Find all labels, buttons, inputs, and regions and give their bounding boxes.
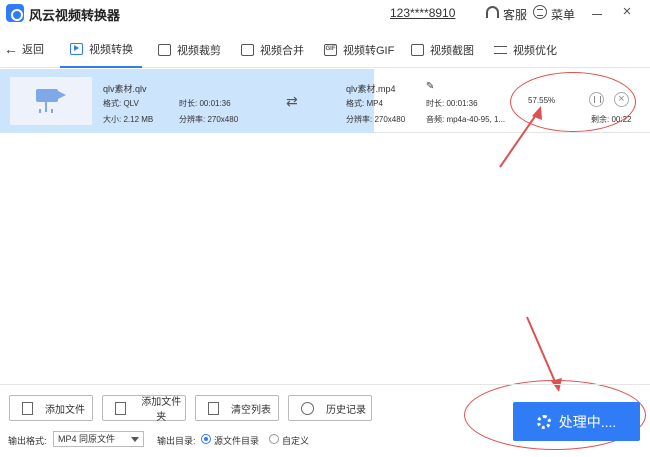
tab-label: 视频转换 bbox=[89, 44, 133, 56]
close-window-button[interactable]: × bbox=[620, 4, 634, 19]
add-file-icon bbox=[22, 401, 33, 415]
source-duration: 时长: 00:01:36 bbox=[179, 99, 231, 108]
edit-name-icon[interactable]: ✎ bbox=[426, 82, 435, 92]
menu-icon[interactable] bbox=[533, 5, 547, 19]
tab-label: 视频转GIF bbox=[343, 45, 395, 57]
back-label: 返回 bbox=[22, 44, 44, 56]
output-duration: 时长: 00:01:36 bbox=[426, 99, 478, 108]
output-format-select[interactable]: MP4 同原文件 bbox=[53, 431, 144, 447]
video-merge-icon bbox=[241, 44, 254, 56]
video-crop-icon bbox=[158, 44, 171, 56]
convert-arrow-icon: ⇄ bbox=[286, 93, 298, 109]
app-logo-icon bbox=[6, 4, 24, 22]
source-format: 格式: QLV bbox=[103, 99, 139, 108]
output-format-value: MP4 同原文件 bbox=[58, 434, 116, 444]
source-size: 大小: 2.12 MB bbox=[103, 115, 154, 124]
process-label: 处理中.... bbox=[558, 413, 617, 430]
process-button[interactable]: 处理中.... bbox=[513, 402, 640, 441]
tab-bar: ← 返回 视频转换 视频裁剪 视频合并 GIF 视频转GIF 视频截图 视频优化 bbox=[0, 32, 650, 68]
output-format: 格式: MP4 bbox=[346, 99, 383, 108]
title-bar: 风云视频转换器 123****8910 客服 菜单 × bbox=[0, 0, 650, 28]
video-convert-icon bbox=[70, 43, 83, 55]
custom-dir-label[interactable]: 自定义 bbox=[282, 434, 309, 447]
clear-list-button[interactable]: 清空列表 bbox=[195, 395, 279, 421]
radio-source-dir[interactable] bbox=[201, 434, 211, 444]
tab-label: 视频裁剪 bbox=[177, 45, 221, 57]
minimize-button[interactable] bbox=[590, 7, 604, 21]
menu-label[interactable]: 菜单 bbox=[551, 6, 575, 23]
chevron-down-icon bbox=[131, 437, 139, 442]
screenshot-icon bbox=[411, 44, 424, 56]
add-file-label: 添加文件 bbox=[45, 404, 85, 416]
output-audio: 音频: mp4a-40-95, 1... bbox=[426, 115, 506, 124]
add-folder-icon bbox=[115, 401, 126, 415]
clear-list-label: 清空列表 bbox=[231, 404, 271, 416]
output-format-label: 输出格式: bbox=[8, 436, 47, 446]
output-file-name: qlv素材.mp4 bbox=[346, 84, 396, 94]
add-folder-label: 添加文件夹 bbox=[141, 397, 182, 423]
add-file-button[interactable]: 添加文件 bbox=[9, 395, 93, 421]
app-title: 风云视频转换器 bbox=[29, 8, 121, 23]
spinner-icon bbox=[536, 414, 551, 429]
tab-video-screenshot[interactable]: 视频截图 bbox=[411, 32, 474, 68]
tab-video-merge[interactable]: 视频合并 bbox=[241, 32, 304, 68]
customer-service-label[interactable]: 客服 bbox=[503, 6, 527, 23]
back-button[interactable]: ← 返回 bbox=[4, 41, 44, 57]
tab-label: 视频优化 bbox=[513, 45, 557, 57]
gif-icon: GIF bbox=[324, 44, 337, 56]
account-link[interactable]: 123****8910 bbox=[390, 6, 455, 20]
source-dir-label[interactable]: 源文件目录 bbox=[214, 434, 259, 447]
tab-label: 视频合并 bbox=[260, 45, 304, 57]
add-folder-button[interactable]: 添加文件夹 bbox=[102, 395, 186, 423]
radio-custom-dir[interactable] bbox=[269, 434, 279, 444]
tab-video-crop[interactable]: 视频裁剪 bbox=[158, 32, 221, 68]
output-dir-label: 输出目录: bbox=[157, 436, 196, 446]
history-label: 历史记录 bbox=[326, 404, 366, 416]
history-button[interactable]: 历史记录 bbox=[288, 395, 372, 421]
tab-video-gif[interactable]: GIF 视频转GIF bbox=[324, 32, 394, 68]
source-file-name: qlv素材.qlv bbox=[103, 84, 147, 94]
annotation-oval-progress bbox=[510, 72, 636, 132]
source-resolution: 分辨率: 270x480 bbox=[179, 115, 239, 124]
output-resolution: 分辨率: 270x480 bbox=[346, 115, 406, 124]
tab-label: 视频截图 bbox=[430, 45, 474, 57]
video-thumbnail bbox=[10, 77, 92, 125]
tab-video-optimize[interactable]: 视频优化 bbox=[494, 32, 557, 68]
video-camera-icon bbox=[36, 89, 66, 102]
clock-icon bbox=[301, 401, 314, 415]
tab-video-convert[interactable]: 视频转换 bbox=[60, 32, 142, 68]
sliders-icon bbox=[494, 44, 507, 56]
trash-icon bbox=[208, 401, 219, 415]
headset-icon[interactable] bbox=[486, 6, 499, 18]
arrow-left-icon: ← bbox=[4, 41, 18, 57]
